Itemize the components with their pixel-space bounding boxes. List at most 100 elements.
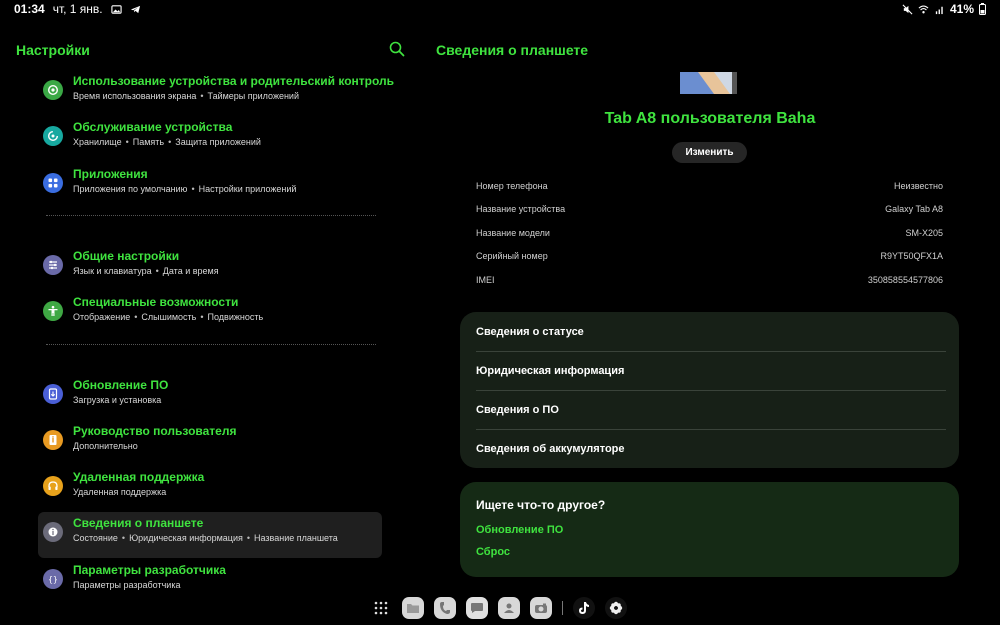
menu-item[interactable]: Обновление ПО Загрузка и установка [38, 374, 382, 420]
dock-separator [562, 601, 563, 615]
menu-item[interactable]: Специальные возможности Отображение • Слыши… [38, 291, 382, 337]
about-tablet-icon [43, 522, 63, 543]
menu-item[interactable]: {} Параметры разработчика Параметры разраб… [38, 559, 382, 605]
status-info-row[interactable]: Сведения о статусе [476, 312, 946, 351]
info-value: 350858554577806 [867, 274, 943, 285]
app-drawer-icon[interactable] [370, 597, 392, 619]
menu-item-subtitle-part: Таймеры приложений [207, 91, 299, 101]
menu-item-subtitle: Язык и клавиатура • Дата и время [73, 266, 219, 276]
menu-item-subtitle-part: Отображение [73, 312, 131, 323]
info-label: Название устройства [476, 204, 566, 215]
general-management-icon [43, 254, 63, 275]
menu-item-title: Сведения о планшете [73, 516, 204, 531]
menu-item-subtitle-part: Юридическая информация [129, 533, 243, 544]
taskbar-dock [370, 596, 627, 620]
menu-item[interactable]: Использование устройства и родительский … [38, 70, 394, 116]
about-title: Сведения о планшете [436, 42, 589, 58]
info-label: IMEI [476, 274, 495, 285]
info-value: Galaxy Tab A8 [885, 204, 943, 215]
menu-item[interactable]: Сведения о планшете Состояние • Юридическая… [38, 512, 382, 559]
menu-item-title: Удаленная поддержка [73, 470, 205, 485]
menu-item-subtitle: Параметры разработчика [73, 580, 180, 590]
about-sections-card: Сведения о статусе Юридическая информация… [460, 312, 959, 468]
legal-info-row[interactable]: Юридическая информация [476, 351, 946, 390]
menu-item-title: Общие настройки [73, 248, 180, 263]
bullet-separator: • [246, 533, 251, 544]
menu-item-subtitle-part: Название планшета [254, 533, 338, 544]
tiktok-icon[interactable] [573, 597, 595, 619]
menu-item-subtitle: Приложения по умолчанию • Настройки прилож… [73, 184, 296, 194]
info-row: Название устройства Galaxy Tab A8 [476, 204, 943, 218]
menu-item-subtitle-part: Хранилище [73, 137, 122, 148]
menu-item-subtitle-part: Время использования экрана [73, 91, 197, 101]
software-update-icon [43, 383, 63, 404]
software-info-row[interactable]: Сведения о ПО [476, 390, 946, 429]
menu-item[interactable]: Общие настройки Язык и клавиатура • Дата и … [38, 245, 382, 291]
menu-item[interactable]: Удаленная поддержка Удаленная поддержка [38, 466, 382, 512]
telegram-notification-icon [130, 5, 140, 13]
info-label: Серийный номер [476, 251, 548, 262]
wifi-icon [918, 5, 929, 13]
menu-item-title: Обслуживание устройства [73, 120, 233, 135]
flower-app-icon[interactable] [605, 597, 627, 619]
menu-item-subtitle: Хранилище • Память • Защита приложений [73, 137, 261, 147]
bullet-separator: • [134, 312, 138, 323]
menu-item-subtitle-part: Защита приложений [175, 137, 261, 148]
menu-item-subtitle-part: Подвижность [207, 312, 264, 323]
menu-item-subtitle: Состояние • Юридическая информация • Названи… [73, 533, 338, 543]
menu-item-subtitle-part: Слышимость [141, 312, 197, 323]
menu-item[interactable]: Руководство пользователя Дополнительно [38, 420, 382, 466]
menu-item-subtitle-part: Память [132, 137, 165, 148]
menu-item-subtitle-part: Удаленная поддержка [73, 487, 167, 498]
info-value: R9YT50QFX1A [880, 251, 943, 262]
remote-support-icon [43, 476, 63, 497]
menu-item[interactable]: Обслуживание устройства Хранилище • Память •… [38, 116, 382, 162]
link-software-update[interactable]: Обновление ПО [476, 524, 563, 536]
menu-item-subtitle-part: Язык и клавиатура [73, 265, 152, 276]
accessibility-icon [43, 301, 63, 322]
menu-divider [46, 214, 376, 216]
battery-info-row[interactable]: Сведения об аккумуляторе [476, 429, 946, 468]
device-name: Tab A8 пользователя Baha [604, 110, 816, 127]
camera-icon[interactable] [530, 597, 552, 619]
menu-item-subtitle: Дополнительно [73, 441, 138, 451]
phone-icon[interactable] [434, 597, 456, 619]
menu-item-subtitle-part: Настройки приложений [198, 183, 297, 194]
info-row: Номер телефона Неизвестно [476, 181, 943, 195]
info-label: Название модели [476, 227, 550, 238]
menu-item-subtitle-part: Загрузка и установка [73, 394, 162, 405]
status-bar: 01:34 чт, 1 янв. 41% [0, 0, 1000, 18]
tablet-image [680, 72, 737, 94]
mute-icon [902, 4, 913, 14]
bullet-separator: • [200, 312, 204, 323]
menu-item-subtitle: Удаленная поддержка [73, 487, 166, 497]
bullet-separator: • [125, 137, 129, 148]
device-care-icon [43, 126, 63, 147]
menu-item-subtitle: Отображение • Слышимость • Подвижность [73, 312, 263, 322]
gallery-notification-icon [111, 4, 122, 14]
info-label: Номер телефона [476, 181, 548, 191]
info-value: Неизвестно [894, 181, 943, 191]
battery-percent: 41% [949, 2, 974, 16]
menu-item-subtitle-part: Состояние [73, 533, 118, 544]
menu-item[interactable]: Приложения Приложения по умолчанию • Настро… [38, 163, 382, 209]
link-reset[interactable]: Сброс [476, 546, 510, 558]
menu-item-title: Параметры разработчика [73, 562, 226, 577]
menu-item-title: Приложения [73, 166, 148, 181]
signal-icon [935, 6, 943, 14]
contacts-icon[interactable] [498, 597, 520, 619]
battery-icon [979, 3, 986, 15]
user-manual-icon [43, 429, 63, 450]
menu-item-subtitle-part: Приложения по умолчанию [73, 183, 188, 194]
messages-icon[interactable] [466, 597, 488, 619]
developer-options-icon: {} [43, 568, 63, 589]
status-time: 01:34 [14, 2, 45, 16]
edit-name-button[interactable]: Изменить [672, 142, 747, 163]
menu-item-subtitle-part: Параметры разработчика [73, 579, 181, 590]
search-icon[interactable] [388, 40, 406, 58]
bullet-separator: • [200, 91, 204, 101]
menu-item-title: Использование устройства и родительский … [73, 74, 395, 88]
menu-item-subtitle: Загрузка и установка [73, 395, 161, 405]
my-files-icon[interactable] [402, 597, 424, 619]
looking-for-card: Ищете что-то другое? Обновление ПО Сброс [460, 482, 959, 577]
